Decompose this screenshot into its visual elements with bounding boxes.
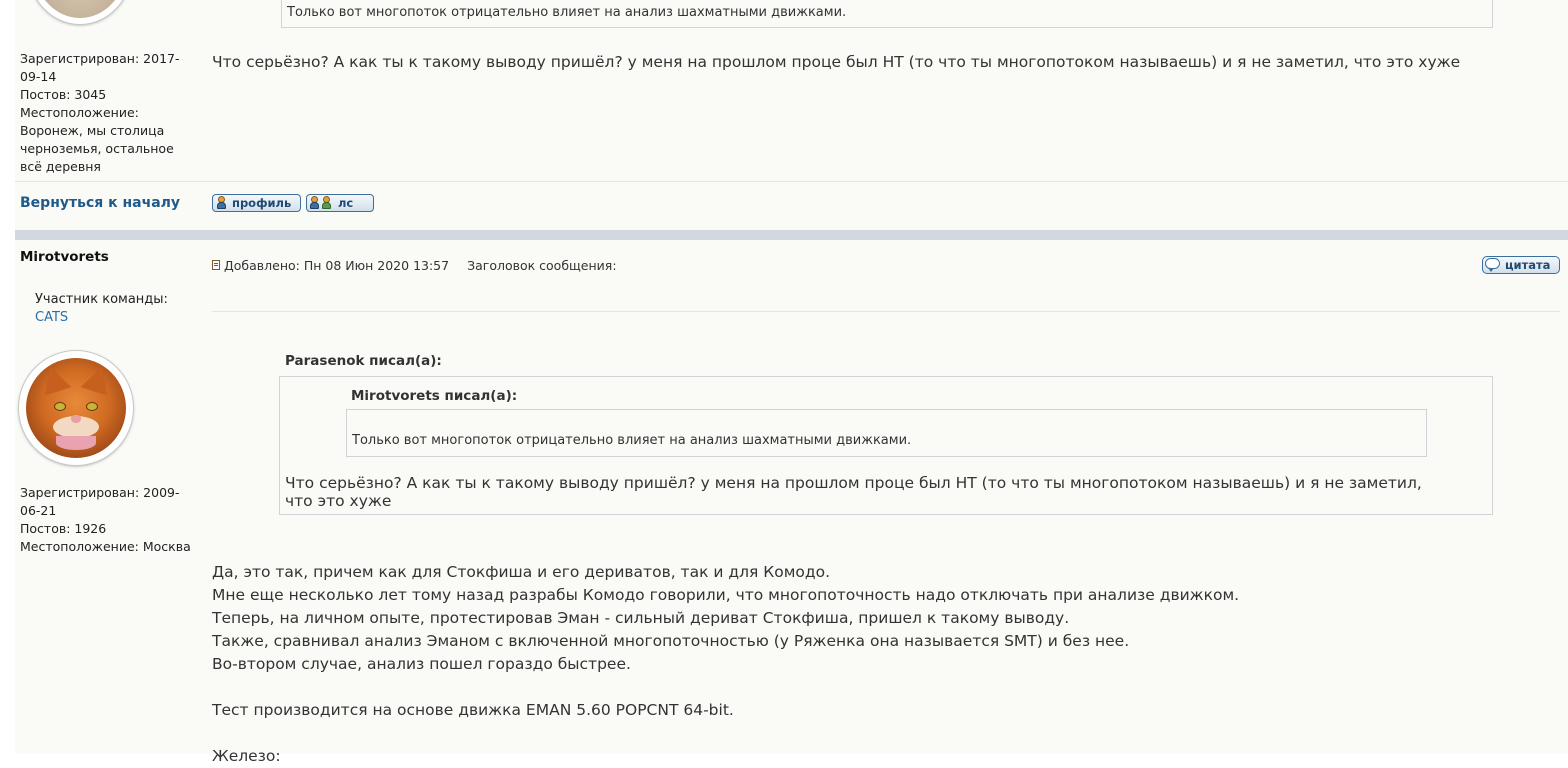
location: Местоположение: Москва: [20, 539, 191, 554]
prev-posts-count: Постов: 3045: [20, 87, 107, 102]
inner-quote-box: Только вот многопоток отрицательно влияе…: [346, 409, 1427, 457]
profile-info: Зарегистрирован: 2009- 06-21 Постов: 192…: [20, 484, 200, 556]
outer-quote-line: что это хуже: [285, 492, 392, 510]
post-body: Да, это так, причем как для Стокфиша и е…: [212, 561, 1239, 768]
prev-registered: Зарегистрирован: 2017-: [20, 51, 180, 66]
prev-location-label: Местоположение:: [20, 105, 139, 120]
avatar: [19, 351, 133, 465]
body-cut-line: Железо:: [212, 747, 281, 765]
pm-button[interactable]: лс: [306, 194, 374, 212]
post-file-icon: [212, 260, 220, 270]
body-line: Да, это так, причем как для Стокфиша и е…: [212, 563, 831, 581]
outer-quote-line: Что серьёзно? А как ты к такому выводу п…: [285, 474, 1422, 492]
prev-message: Что серьёзно? А как ты к такому выводу п…: [212, 53, 1461, 71]
speech-bubble-icon: [1485, 258, 1502, 272]
prev-footer-separator: [15, 181, 1568, 182]
prev-location-line: всё деревня: [20, 159, 101, 174]
post-divider: [15, 230, 1568, 240]
inner-quote-author: Mirotvorets писал(а):: [351, 388, 518, 404]
prev-quote-box: Только вот многопоток отрицательно влияе…: [281, 0, 1493, 28]
prev-location-line: черноземья, остальное: [20, 141, 174, 156]
pm-icon: [309, 196, 335, 210]
body-line: Мне еще несколько лет тому назад разрабы…: [212, 586, 1240, 604]
profile-icon: [215, 196, 229, 210]
quote-button[interactable]: цитата: [1482, 256, 1560, 274]
subject-label: Заголовок сообщения:: [467, 257, 617, 273]
body-line: Во-втором случае, анализ пошел гораздо б…: [212, 655, 631, 673]
outer-quote-box: Mirotvorets писал(а): Только вот многопо…: [279, 376, 1493, 515]
posts-count: Постов: 1926: [20, 521, 107, 536]
body-line: Также, сравнивал анализ Эманом с включен…: [212, 632, 1130, 650]
prev-avatar: [28, 0, 132, 24]
prev-profile-info: Зарегистрирован: 2017- 09-14 Постов: 304…: [20, 50, 200, 176]
cat-avatar-image: [26, 358, 126, 458]
post-header: Добавлено: Пн 08 Июн 2020 13:57 Заголово…: [212, 257, 617, 273]
prev-location-line: Воронеж, мы столица: [20, 123, 165, 138]
body-line: Теперь, на личном опыте, протестировав Э…: [212, 609, 1070, 627]
body-test-line: Тест производится на основе движка EMAN …: [212, 701, 734, 719]
back-to-top-link[interactable]: Вернуться к началу: [20, 195, 180, 211]
outer-quote-author: Parasenok писал(а):: [285, 353, 442, 369]
quote-button-label: цитата: [1505, 258, 1551, 272]
post-author[interactable]: Mirotvorets: [20, 249, 109, 265]
team-label: Участник команды:: [35, 292, 168, 307]
forum-thread: Только вот многопоток отрицательно влияе…: [15, 0, 1568, 765]
registered-date: Зарегистрирован: 2009-: [20, 485, 180, 500]
outer-quote-text: Что серьёзно? А как ты к такому выводу п…: [285, 474, 1422, 510]
registered-date-cont: 06-21: [20, 503, 57, 518]
prev-registered-cont: 09-14: [20, 69, 57, 84]
prev-quote-text: Только вот многопоток отрицательно влияе…: [287, 5, 847, 20]
profile-button[interactable]: профиль: [212, 194, 301, 212]
inner-quote-text: Только вот многопоток отрицательно влияе…: [352, 433, 912, 448]
pm-button-label: лс: [338, 196, 354, 210]
team-link[interactable]: CATS: [35, 310, 68, 325]
post-date: Добавлено: Пн 08 Июн 2020 13:57: [224, 257, 450, 273]
post-header-separator: [212, 311, 1560, 312]
profile-button-label: профиль: [232, 196, 292, 210]
